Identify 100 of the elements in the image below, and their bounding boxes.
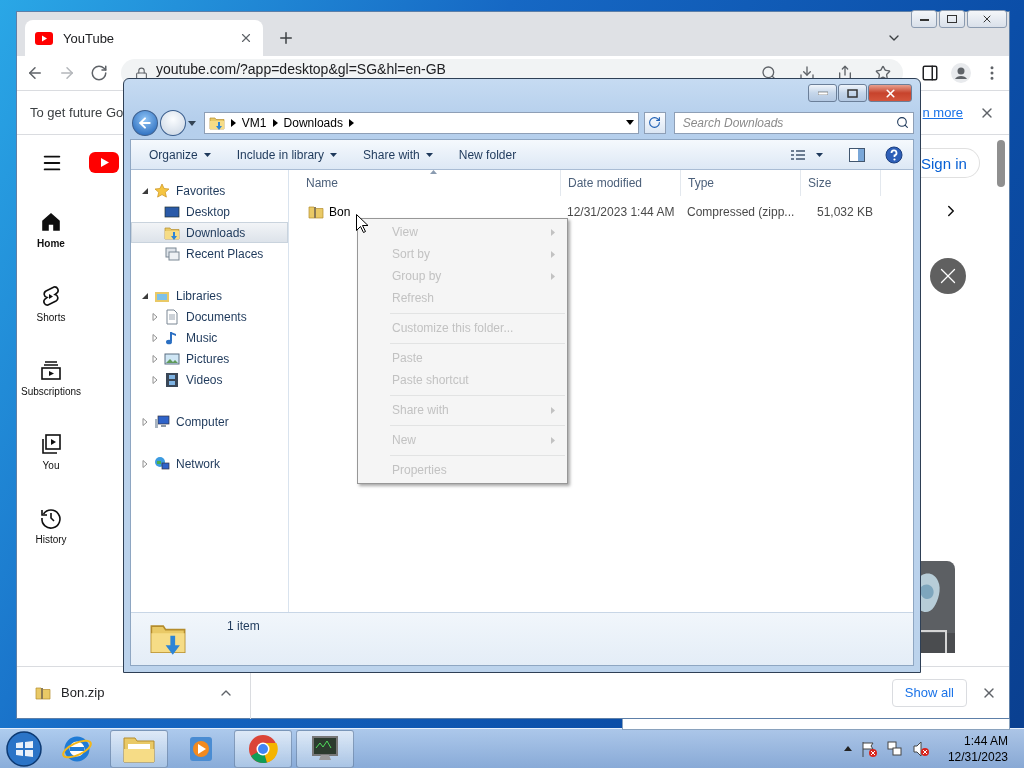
search-input[interactable]: Search Downloads [682, 115, 892, 130]
bookmark-star-icon[interactable] [875, 65, 891, 81]
column-header[interactable]: Type [681, 170, 801, 196]
new-tab-icon[interactable] [277, 29, 295, 47]
chrome-icon[interactable] [247, 732, 279, 765]
toolbar-button[interactable]: Include in library [230, 142, 344, 167]
nav-tree-item[interactable]: Desktop [131, 201, 288, 222]
sidebar-item[interactable]: Subscriptions [17, 338, 85, 412]
submenu-arrow-icon [551, 436, 555, 444]
minimize-button[interactable] [911, 10, 937, 28]
nav-tree-item[interactable]: Favorites [131, 180, 288, 201]
reload-icon[interactable] [89, 63, 109, 83]
breadcrumb-item[interactable]: VM1 [241, 115, 267, 130]
close-button[interactable] [967, 10, 1007, 28]
column-header[interactable]: Name [299, 170, 561, 196]
toolbar-button[interactable]: Share with [357, 142, 439, 167]
maximize-button[interactable] [939, 10, 965, 28]
collapse-arrow-icon[interactable] [141, 291, 149, 300]
refresh-button[interactable] [643, 111, 666, 134]
show-all-button[interactable]: Show all [891, 678, 967, 707]
learn-more-link[interactable]: n more [922, 105, 963, 120]
dropdown-arrow-icon [203, 152, 211, 157]
browser-tab[interactable]: YouTube [25, 20, 263, 56]
flag-icon[interactable] [859, 739, 878, 758]
dropdown-arrow-icon [330, 152, 338, 157]
breadcrumb-item[interactable]: Downloads [283, 115, 343, 130]
submenu-arrow-icon [551, 250, 555, 258]
breadcrumb-arrow-icon[interactable] [348, 118, 354, 127]
avatar-icon[interactable] [951, 63, 971, 83]
size-cell-text: 51,032 KB [815, 205, 874, 219]
nav-tree-item[interactable]: Downloads [131, 222, 288, 243]
preview-pane-icon[interactable] [849, 147, 865, 162]
share-icon[interactable] [837, 65, 853, 81]
expand-arrow-icon[interactable] [141, 459, 149, 468]
back-button[interactable] [132, 109, 158, 136]
nav-tree-item[interactable]: Recent Places [131, 243, 288, 264]
network-icon[interactable] [885, 739, 904, 758]
clock[interactable]: 1:44 AM 12/31/2023 [947, 732, 1008, 765]
file-name: Bon [329, 205, 351, 219]
address-field[interactable]: VM1 Downloads [203, 111, 639, 134]
expand-arrow-icon[interactable] [141, 417, 149, 426]
submenu-arrow-icon [551, 272, 555, 280]
history-icon [39, 506, 63, 530]
expand-arrow-icon[interactable] [151, 312, 159, 321]
expand-arrow-icon[interactable] [151, 333, 159, 342]
network-globe-icon [154, 455, 170, 472]
star-icon [154, 182, 170, 199]
search-icon[interactable] [896, 116, 909, 129]
close-button[interactable] [868, 84, 912, 102]
expand-arrow-icon[interactable] [151, 375, 159, 384]
nav-tree-item[interactable]: Libraries [131, 285, 288, 306]
date-cell-text: 12/31/2023 1:44 AM [566, 205, 676, 219]
column-header[interactable]: Date modified [561, 170, 681, 196]
item-count: 1 item [227, 619, 260, 633]
speaker-muted-icon[interactable] [911, 739, 930, 758]
playlist-icon [39, 432, 63, 456]
maximize-button[interactable] [838, 84, 867, 102]
search-icon[interactable] [761, 65, 777, 81]
nav-tree-item[interactable]: Videos [131, 369, 288, 390]
start-button[interactable] [4, 729, 44, 768]
download-file-name[interactable]: Bon.zip [61, 685, 105, 700]
search-field[interactable]: Search Downloads [673, 111, 914, 134]
toolbar-button[interactable]: New folder [452, 142, 523, 167]
taskbar-button[interactable] [296, 729, 354, 768]
nav-tree-item[interactable]: Pictures [131, 348, 288, 369]
file-row[interactable]: Bon 12/31/2023 1:44 AM Compressed (zipp... 51,032 KB [299, 202, 913, 222]
video-logo-icon [35, 31, 53, 45]
zip-folder-icon [35, 684, 51, 701]
type-cell-text: Compressed (zipp... [686, 205, 796, 219]
nav-tree-item[interactable]: Network [131, 453, 288, 474]
dropdown-arrow-icon[interactable] [625, 120, 634, 125]
help-icon[interactable] [885, 145, 903, 164]
close-icon [883, 86, 897, 100]
view-options-icon[interactable] [790, 148, 806, 161]
show-hidden-icons[interactable] [843, 746, 852, 751]
download-folder-icon [164, 224, 180, 241]
breadcrumb-arrow-icon[interactable] [230, 118, 236, 127]
film-icon [164, 371, 180, 388]
breadcrumb-arrow-icon[interactable] [272, 118, 278, 127]
dropdown-arrow-icon[interactable] [816, 152, 823, 157]
sidebar-item[interactable]: History [17, 486, 85, 560]
sidebar-item[interactable]: You [17, 412, 85, 486]
column-header[interactable]: Size [801, 170, 881, 196]
side-panel-icon[interactable] [921, 64, 939, 82]
scrollbar-thumb[interactable] [997, 140, 1005, 187]
zip-folder-icon [308, 204, 324, 220]
history-dropdown-icon[interactable] [187, 118, 196, 127]
nav-tree-item[interactable]: Computer [131, 411, 288, 432]
sidebar-item[interactable]: Home [17, 190, 85, 264]
forward-button[interactable] [159, 109, 186, 136]
close-tab-icon[interactable] [239, 31, 253, 45]
nav-tree-item[interactable]: Music [131, 327, 288, 348]
expand-arrow-icon[interactable] [151, 354, 159, 363]
collapse-arrow-icon[interactable] [141, 186, 149, 195]
nav-tree-item[interactable]: Documents [131, 306, 288, 327]
download-folder-icon [208, 114, 225, 131]
lock-icon [135, 66, 148, 80]
sidebar-item[interactable]: Shorts [17, 264, 85, 338]
close-button[interactable] [930, 258, 966, 294]
toolbar-button[interactable]: Organize [143, 142, 217, 167]
